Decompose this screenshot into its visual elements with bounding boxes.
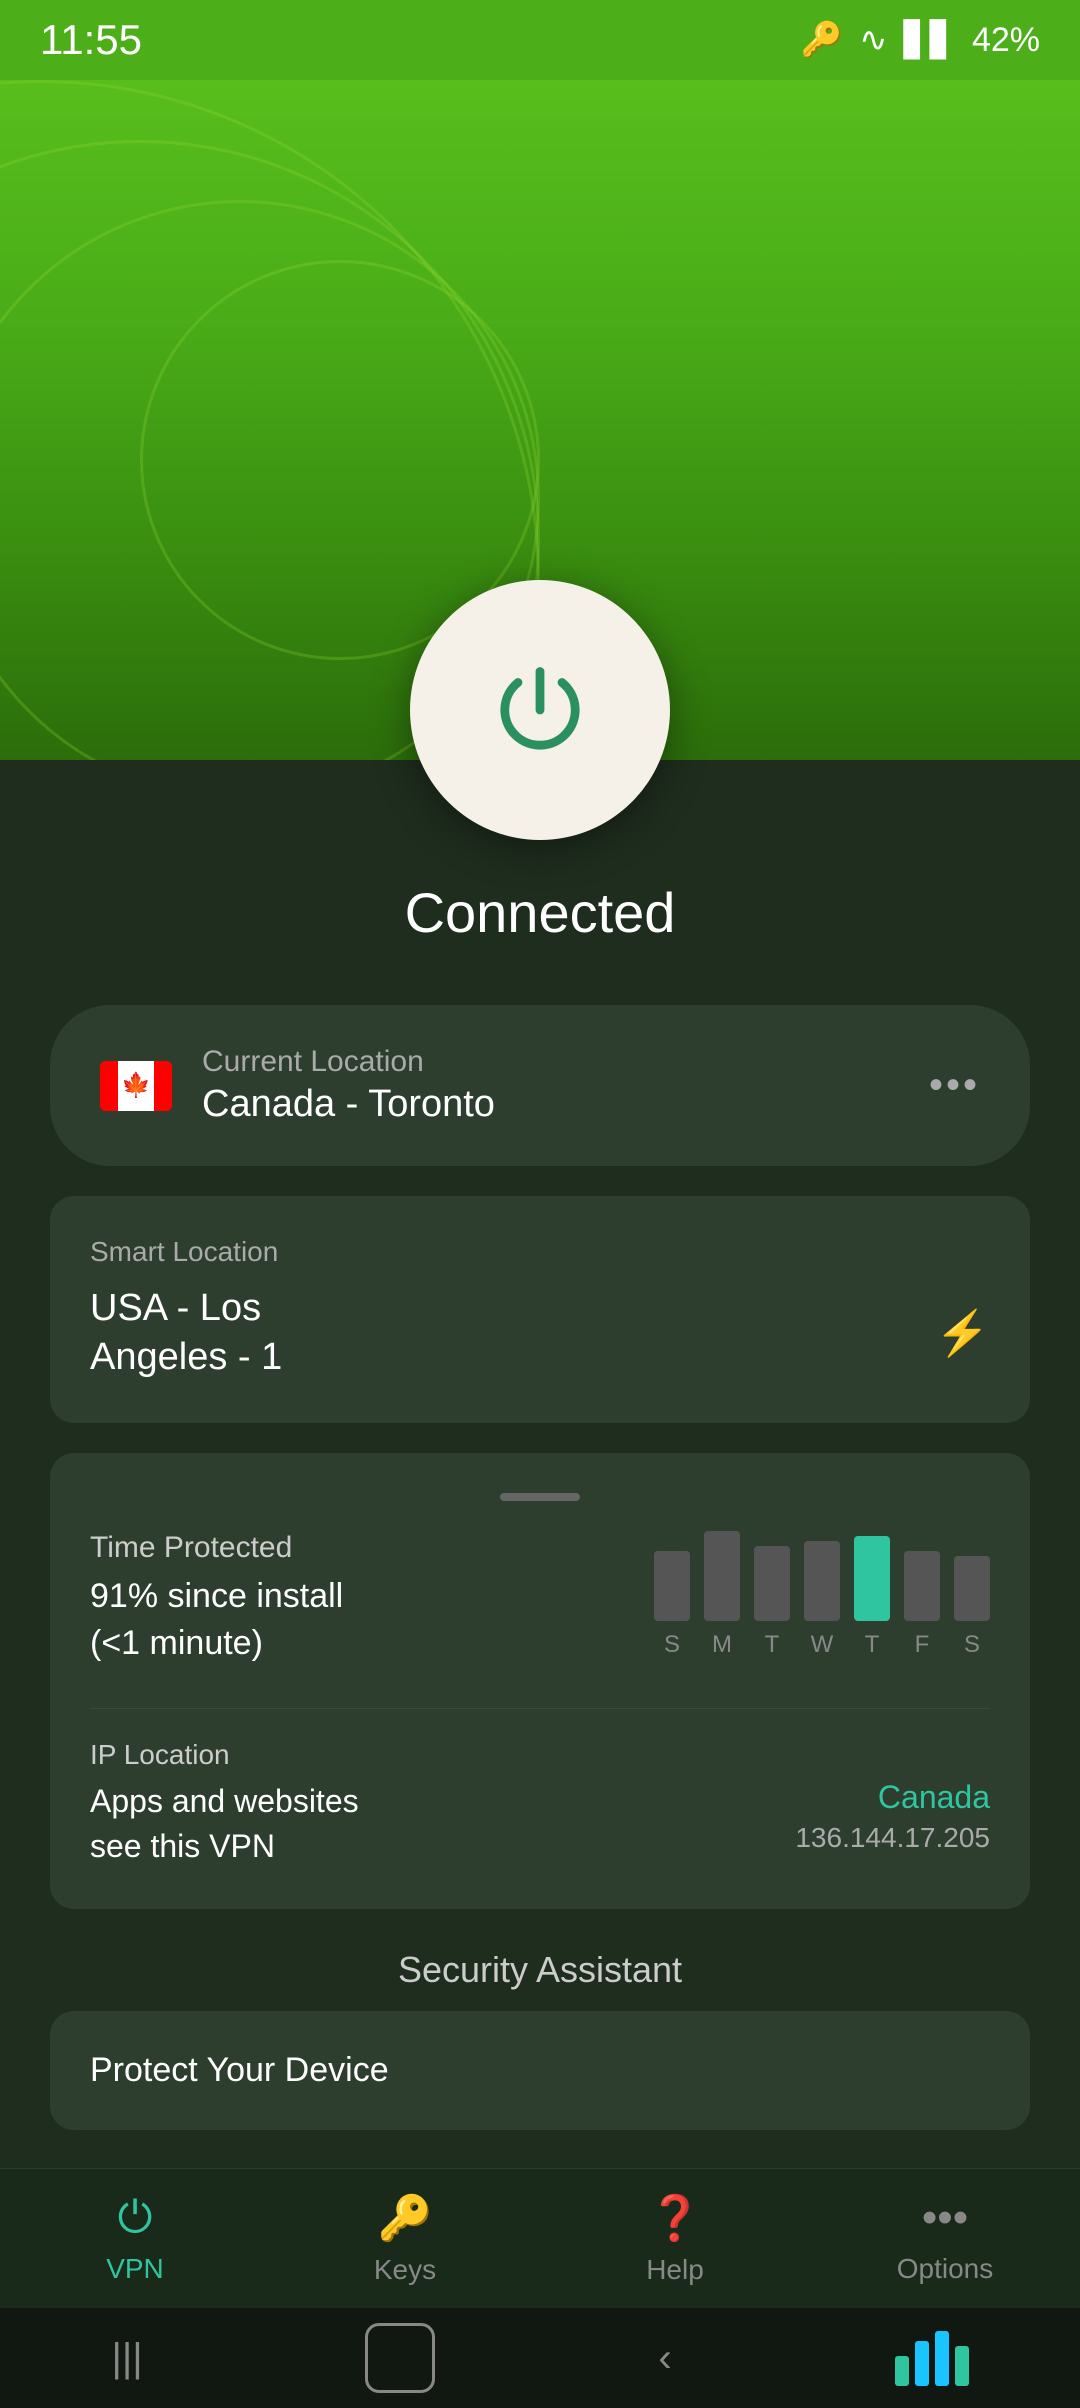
help-icon: ❓ [648, 2192, 703, 2244]
protect-title: Protect Your Device [90, 2051, 990, 2090]
divider [90, 1708, 990, 1709]
bar-t1: T [754, 1546, 790, 1659]
vpn-power-icon: ⏻ [118, 2193, 153, 2243]
protect-card: Protect Your Device [50, 2011, 1030, 2130]
key-icon: 🔑 [801, 20, 843, 60]
smart-location-row: USA - LosAngeles - 1 ⚡ [90, 1284, 990, 1383]
smart-location-card[interactable]: Smart Location USA - LosAngeles - 1 ⚡ [50, 1196, 1030, 1423]
status-time: 11:55 [40, 16, 142, 64]
bar-f: F [904, 1551, 940, 1659]
power-icon [485, 655, 595, 765]
canada-flag: 🍁 [100, 1061, 172, 1111]
smart-location-label: Smart Location [90, 1236, 990, 1268]
gesture-bar: ||| ‹ [0, 2308, 1080, 2408]
ip-country: Canada [795, 1779, 990, 1816]
bar-s1: S [654, 1551, 690, 1659]
bar-w: W [804, 1541, 840, 1659]
status-icons: 🔑 ∿ ▋▋ 42% [801, 20, 1040, 60]
bar-wednesday [804, 1541, 840, 1621]
nav-vpn-label: VPN [106, 2253, 164, 2285]
nav-options[interactable]: ••• Options [810, 2193, 1080, 2285]
keys-icon: 🔑 [378, 2192, 433, 2244]
connected-label: Connected [0, 880, 1080, 945]
smart-location-name: USA - LosAngeles - 1 [90, 1284, 282, 1383]
power-button-wrapper [410, 580, 670, 840]
more-options-icon[interactable]: ••• [929, 1063, 980, 1108]
ip-location-row: Apps and websites see this VPN Canada 13… [90, 1779, 990, 1869]
bar-s2: S [954, 1556, 990, 1659]
maple-leaf-icon: 🍁 [121, 1071, 151, 1100]
drag-handle [500, 1493, 580, 1501]
nav-keys-label: Keys [374, 2254, 436, 2286]
bar-m: M [704, 1531, 740, 1659]
nav-keys[interactable]: 🔑 Keys [270, 2192, 540, 2286]
wifi-icon: ∿ [859, 20, 888, 60]
bar-saturday [954, 1556, 990, 1621]
current-location-label: Current Location [202, 1045, 495, 1079]
bar-chart: S M T W T [654, 1531, 990, 1659]
signal-icon: ▋▋ [904, 20, 956, 60]
power-button[interactable] [410, 580, 670, 840]
current-location-card[interactable]: 🍁 Current Location Canada - Toronto ••• [50, 1005, 1030, 1166]
current-location-name: Canada - Toronto [202, 1083, 495, 1126]
bar-t2: T [854, 1536, 890, 1659]
ip-right: Canada 136.144.17.205 [795, 1779, 990, 1854]
nav-help-label: Help [646, 2254, 704, 2286]
bottom-nav: ⏻ VPN 🔑 Keys ❓ Help ••• Options [0, 2168, 1080, 2308]
cards-container: 🍁 Current Location Canada - Toronto ••• … [0, 1005, 1080, 1909]
status-bar: 11:55 🔑 ∿ ▋▋ 42% [0, 0, 1080, 80]
bar-thursday-active [854, 1536, 890, 1621]
gesture-lines-icon: ||| [111, 2336, 142, 2381]
two-col-row: Smart Location USA - LosAngeles - 1 ⚡ [50, 1196, 1030, 1423]
security-assistant-title: Security Assistant [50, 1949, 1030, 1991]
lightning-icon: ⚡ [935, 1307, 990, 1359]
options-icon: ••• [922, 2193, 968, 2243]
gesture-back-icon[interactable]: ‹ [658, 2336, 671, 2381]
ip-address: 136.144.17.205 [795, 1822, 990, 1854]
bar-friday [904, 1551, 940, 1621]
current-location-text: Current Location Canada - Toronto [202, 1045, 495, 1126]
gesture-home-icon[interactable] [365, 2323, 435, 2393]
ip-location-label: IP Location [90, 1739, 990, 1771]
nav-options-label: Options [897, 2253, 994, 2285]
time-protected-label: Time Protected [90, 1531, 343, 1565]
battery-label: 42% [972, 21, 1040, 60]
bar-monday [704, 1531, 740, 1621]
bar-sunday-1 [654, 1551, 690, 1621]
ip-description: Apps and websites see this VPN [90, 1779, 359, 1869]
current-location-left: 🍁 Current Location Canada - Toronto [100, 1045, 495, 1126]
nav-help[interactable]: ❓ Help [540, 2192, 810, 2286]
main-content: Connected 🍁 Current Location Canada - To… [0, 760, 1080, 2208]
time-protected-text: Time Protected 91% since install (<1 min… [90, 1531, 343, 1668]
nav-vpn[interactable]: ⏻ VPN [0, 2193, 270, 2285]
time-protected-value: 91% since install (<1 minute) [90, 1573, 343, 1668]
stats-top: Time Protected 91% since install (<1 min… [90, 1531, 990, 1668]
stats-card: Time Protected 91% since install (<1 min… [50, 1453, 1030, 1909]
gesture-recents-icon [895, 2331, 969, 2386]
bar-tuesday [754, 1546, 790, 1621]
